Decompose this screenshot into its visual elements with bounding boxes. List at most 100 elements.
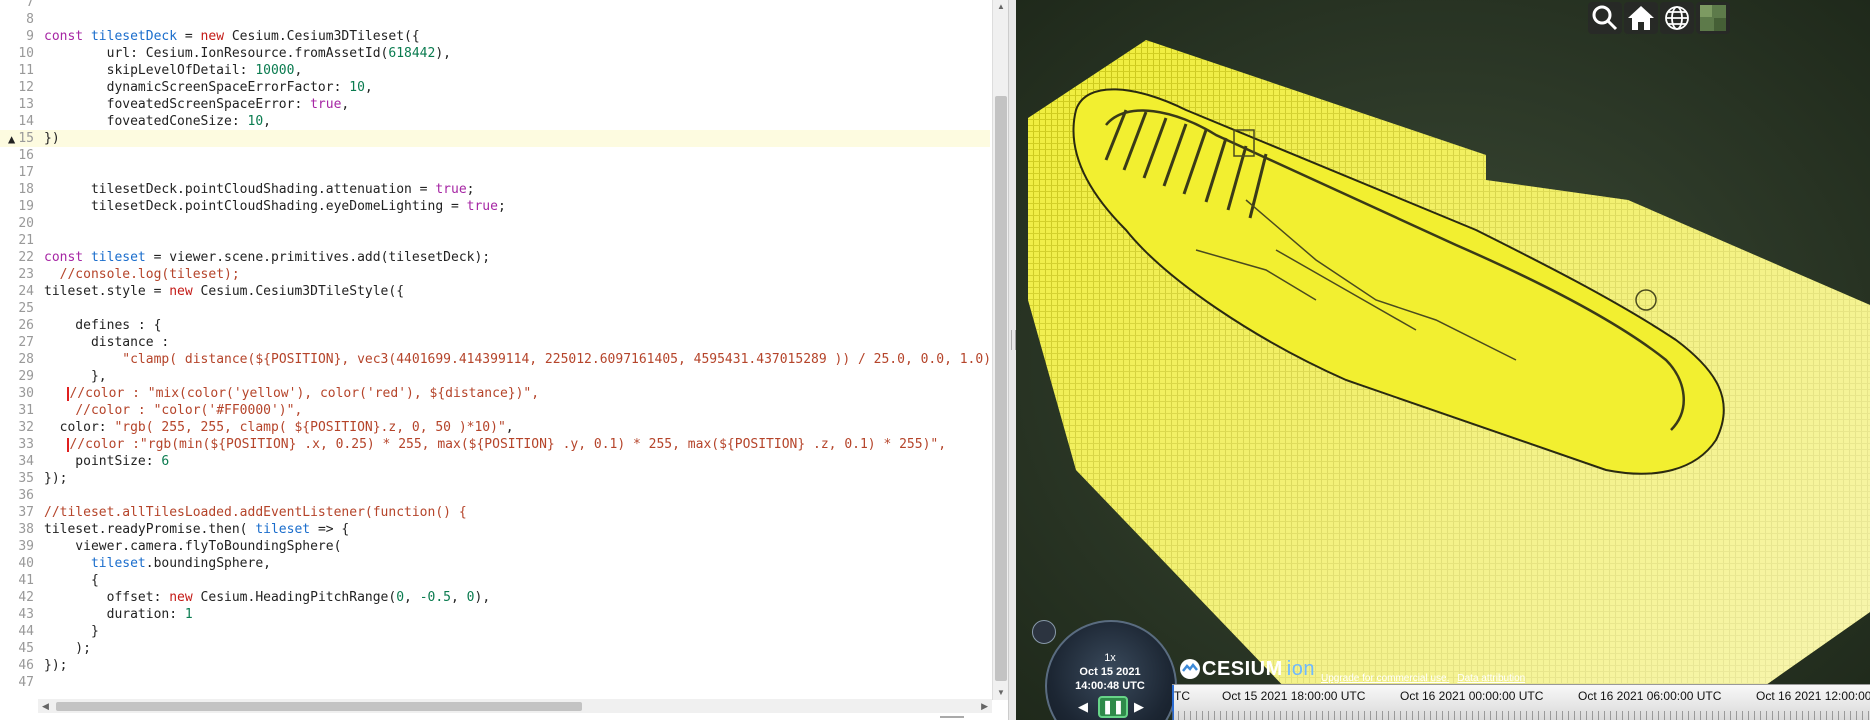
line-code[interactable]: foveatedScreenSpaceError: true,	[44, 96, 350, 113]
line-code[interactable]: const tileset = viewer.scene.primitives.…	[44, 249, 490, 266]
code-line[interactable]: 46});	[0, 657, 990, 674]
code-line[interactable]: 22 const tileset = viewer.scene.primitive…	[0, 249, 990, 266]
line-code[interactable]: defines : {	[44, 317, 161, 334]
line-number: 34	[18, 454, 34, 469]
line-code[interactable]: //console.log(tileset);	[44, 266, 240, 283]
code-line[interactable]: 23 //console.log(tileset);	[0, 266, 990, 283]
vertical-scrollbar[interactable]: ▲ ▼	[992, 0, 1008, 700]
clock-icon[interactable]	[1032, 620, 1056, 644]
line-code[interactable]: viewer.camera.flyToBoundingSphere(	[44, 538, 341, 555]
code-line[interactable]: 40 tileset.boundingSphere,	[0, 555, 990, 572]
line-code[interactable]: tileset.boundingSphere,	[44, 555, 271, 572]
line-code[interactable]: {	[44, 572, 99, 589]
line-code[interactable]: //color :"rgb(min(${POSITION} .x, 0.25) …	[44, 436, 946, 453]
code-line[interactable]: 43 duration: 1	[0, 606, 990, 623]
code-line[interactable]: 42 offset: new Cesium.HeadingPitchRange(…	[0, 589, 990, 606]
code-line[interactable]: 30 //color : "mix(color('yellow'), color…	[0, 385, 990, 402]
line-code[interactable]: duration: 1	[44, 606, 193, 623]
code-line[interactable]: 35});	[0, 470, 990, 487]
code-line[interactable]: 10 url: Cesium.IonResource.fromAssetId(6…	[0, 45, 990, 62]
line-code[interactable]: //tileset.allTilesLoaded.addEventListene…	[44, 504, 467, 521]
code-line[interactable]: 21	[0, 232, 990, 249]
line-code[interactable]: dynamicScreenSpaceErrorFactor: 10,	[44, 79, 373, 96]
cesium-viewer[interactable]: 1x Oct 15 2021 14:00:48 UTC ◀ ❚❚ ▶ CESIU…	[1016, 0, 1870, 720]
line-code[interactable]: skipLevelOfDetail: 10000,	[44, 62, 303, 79]
code-line[interactable]: 9 const tilesetDeck = new Cesium.Cesium3D…	[0, 28, 990, 45]
code-line[interactable]: 13 foveatedScreenSpaceError: true,	[0, 96, 990, 113]
line-code[interactable]: tilesetDeck.pointCloudShading.attenuatio…	[44, 181, 475, 198]
code-line[interactable]: 38 tileset.readyPromise.then( tileset => …	[0, 521, 990, 538]
code-line[interactable]: 32 color: "rgb( 255, 255, clamp( ${POSIT…	[0, 419, 990, 436]
code-line[interactable]: 11 skipLevelOfDetail: 10000,	[0, 62, 990, 79]
data-attribution-link[interactable]: Data attribution	[1457, 673, 1525, 684]
cesium-logo-text: CESIUM	[1202, 657, 1283, 680]
code-line[interactable]: 8	[0, 11, 990, 28]
upgrade-link[interactable]: Upgrade for commercial use.	[1321, 673, 1449, 684]
code-line[interactable]: 44 }	[0, 623, 990, 640]
code-line[interactable]: ▲ 15})	[0, 130, 990, 147]
line-number: 36	[18, 488, 34, 503]
line-code[interactable]: })	[44, 130, 60, 147]
line-code[interactable]: }	[44, 623, 99, 640]
scroll-left-arrow-icon[interactable]: ◀	[42, 699, 49, 713]
horizontal-scrollbar[interactable]: ◀ ▶	[38, 699, 992, 713]
code-line[interactable]: 28 "clamp( distance(${POSITION}, vec3(44…	[0, 351, 999, 368]
line-number: 8	[26, 12, 34, 27]
line-code[interactable]: tileset.style = new Cesium.Cesium3DTileS…	[44, 283, 404, 300]
pause-button[interactable]: ❚❚	[1098, 696, 1128, 718]
code-line[interactable]: 7	[0, 0, 990, 11]
line-code[interactable]: //color : "color('#FF0000')",	[44, 402, 302, 419]
line-code[interactable]: pointSize: 6	[44, 453, 169, 470]
bottom-panel-grip[interactable]	[940, 716, 964, 718]
scroll-down-arrow-icon[interactable]: ▼	[993, 686, 1008, 700]
reverse-button[interactable]: ◀	[1072, 696, 1094, 718]
horizontal-scroll-thumb[interactable]	[56, 702, 582, 711]
code-editor[interactable]: 7 8 9 const tilesetDeck = new Cesium.Cesium…	[0, 0, 1008, 720]
code-lines[interactable]: 7 8 9 const tilesetDeck = new Cesium.Cesium…	[0, 0, 999, 691]
line-code[interactable]: "clamp( distance(${POSITION}, vec3(44016…	[44, 351, 999, 368]
line-code[interactable]: const tilesetDeck = new Cesium.Cesium3DT…	[44, 28, 420, 45]
code-line[interactable]: 37 //tileset.allTilesLoaded.addEventListe…	[0, 504, 990, 521]
code-line[interactable]: 17	[0, 164, 990, 181]
code-line[interactable]: 45 );	[0, 640, 990, 657]
line-code[interactable]: });	[44, 470, 67, 487]
line-code[interactable]: foveatedConeSize: 10,	[44, 113, 271, 130]
code-line[interactable]: 26 defines : {	[0, 317, 990, 334]
code-line[interactable]: 47	[0, 674, 990, 691]
code-line[interactable]: 24 tileset.style = new Cesium.Cesium3DTil…	[0, 283, 990, 300]
code-line[interactable]: 25	[0, 300, 990, 317]
line-number: 11	[18, 63, 34, 78]
line-code[interactable]: tileset.readyPromise.then( tileset => {	[44, 521, 349, 538]
line-code[interactable]: offset: new Cesium.HeadingPitchRange(0, …	[44, 589, 491, 606]
scroll-right-arrow-icon[interactable]: ▶	[981, 699, 988, 713]
line-code[interactable]: url: Cesium.IonResource.fromAssetId(6184…	[44, 45, 451, 62]
code-line[interactable]: 27 distance :	[0, 334, 990, 351]
code-line[interactable]: 18 tilesetDeck.pointCloudShading.attenua…	[0, 181, 990, 198]
code-line[interactable]: 29 },	[0, 368, 990, 385]
line-code[interactable]: tilesetDeck.pointCloudShading.eyeDomeLig…	[44, 198, 506, 215]
scroll-up-arrow-icon[interactable]: ▲	[993, 0, 1008, 14]
code-line[interactable]: 41 {	[0, 572, 990, 589]
code-line[interactable]: 20	[0, 215, 990, 232]
line-code[interactable]: //color : "mix(color('yellow'), color('r…	[44, 385, 539, 402]
line-code[interactable]: color: "rgb( 255, 255, clamp( ${POSITION…	[44, 419, 514, 436]
line-code[interactable]: },	[44, 368, 107, 385]
line-code[interactable]: });	[44, 657, 67, 674]
code-line[interactable]: 12 dynamicScreenSpaceErrorFactor: 10,	[0, 79, 990, 96]
line-number: 31	[18, 403, 34, 418]
timeline[interactable]: TC Oct 15 2021 18:00:00 UTC Oct 16 2021 …	[1172, 684, 1870, 720]
code-line[interactable]: 31 //color : "color('#FF0000')",	[0, 402, 990, 419]
code-line[interactable]: 36	[0, 487, 990, 504]
line-code[interactable]: );	[44, 640, 91, 657]
code-line[interactable]: 39 viewer.camera.flyToBoundingSphere(	[0, 538, 990, 555]
line-code[interactable]: distance :	[44, 334, 169, 351]
code-line[interactable]: 34 pointSize: 6	[0, 453, 990, 470]
code-line[interactable]: 16	[0, 147, 990, 164]
cesium-ion-logo[interactable]: CESIUM ion	[1178, 657, 1315, 681]
play-button[interactable]: ▶	[1128, 696, 1150, 718]
vertical-scroll-thumb[interactable]	[995, 96, 1007, 681]
code-line[interactable]: 14 foveatedConeSize: 10,	[0, 113, 990, 130]
code-line[interactable]: 19 tilesetDeck.pointCloudShading.eyeDome…	[0, 198, 990, 215]
line-number: 23	[18, 267, 34, 282]
code-line[interactable]: 33 //color :"rgb(min(${POSITION} .x, 0.2…	[0, 436, 990, 453]
